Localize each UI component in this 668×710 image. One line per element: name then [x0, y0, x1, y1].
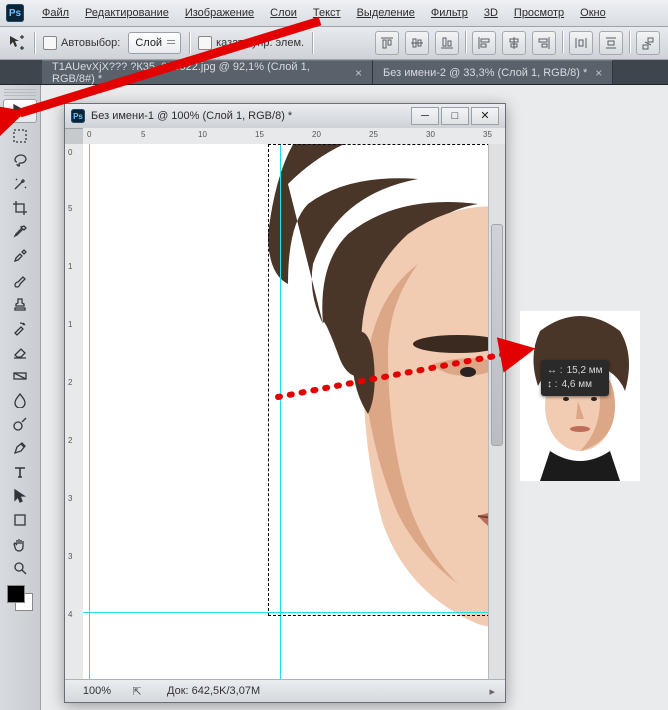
status-bar: 100% ⇱ Док: 642,5K/3,07M ▸	[65, 679, 505, 702]
auto-select-label: Автовыбор:	[61, 37, 120, 49]
checkbox-icon	[43, 36, 57, 50]
tools-panel	[0, 85, 41, 710]
distribute-h-button[interactable]	[569, 31, 593, 55]
healing-brush-tool[interactable]	[4, 245, 36, 267]
align-vcenter-button[interactable]	[405, 31, 429, 55]
dy-value: 4,6 мм	[562, 378, 592, 392]
type-tool[interactable]	[4, 461, 36, 483]
menu-3d[interactable]: 3D	[476, 4, 506, 22]
color-swatches[interactable]	[7, 585, 33, 611]
dx-value: 15,2 мм	[567, 364, 603, 378]
window-title: Без имени-1 @ 100% (Слой 1, RGB/8) *	[91, 110, 411, 122]
auto-select-checkbox[interactable]: Автовыбор:	[43, 36, 120, 50]
options-bar: Автовыбор: Слой казать упр. элем.	[0, 27, 668, 60]
document-window[interactable]: Ps Без имени-1 @ 100% (Слой 1, RGB/8) * …	[64, 103, 506, 703]
separator	[312, 32, 313, 54]
marquee-tool[interactable]	[4, 125, 36, 147]
menu-filter[interactable]: Фильтр	[423, 4, 476, 22]
separator	[629, 31, 630, 53]
share-icon[interactable]: ⇱	[129, 685, 145, 698]
document-size-readout[interactable]: Док: 642,5K/3,07M	[167, 685, 260, 697]
brush-tool[interactable]	[4, 269, 36, 291]
ruler-vertical[interactable]: 0 5 1 1 2 2 3 3 4	[65, 144, 84, 680]
menu-file[interactable]: Файл	[34, 4, 77, 22]
ruler-horizontal[interactable]: 0 5 10 15 20 25 30 35	[83, 128, 505, 145]
window-icon: Ps	[71, 109, 85, 123]
foreground-color-swatch[interactable]	[7, 585, 25, 603]
crop-tool[interactable]	[4, 197, 36, 219]
document-tabs: T1AUevXjX??? ?К35_055522.jpg @ 92,1% (Сл…	[0, 60, 668, 85]
align-left-button[interactable]	[472, 31, 496, 55]
document-tab-2[interactable]: Без имени-2 @ 33,3% (Слой 1, RGB/8) * ×	[373, 60, 613, 84]
history-brush-tool[interactable]	[4, 317, 36, 339]
guide-vertical[interactable]	[89, 144, 90, 680]
gradient-tool[interactable]	[4, 365, 36, 387]
move-tool-icon	[8, 34, 26, 52]
align-bottom-button[interactable]	[435, 31, 459, 55]
separator	[562, 31, 563, 53]
show-controls-label: казать упр. элем.	[216, 37, 304, 49]
path-select-tool[interactable]	[4, 485, 36, 507]
align-hcenter-button[interactable]	[502, 31, 526, 55]
canvas[interactable]	[83, 144, 489, 680]
separator	[465, 31, 466, 53]
hand-tool[interactable]	[4, 533, 36, 555]
show-transform-controls-checkbox[interactable]: казать упр. элем.	[198, 36, 304, 50]
app-logo: Ps	[6, 4, 24, 22]
selection-marquee	[268, 144, 489, 616]
layer-group-select[interactable]: Слой	[128, 32, 181, 54]
menu-edit[interactable]: Редактирование	[77, 4, 177, 22]
magic-wand-tool[interactable]	[4, 173, 36, 195]
eyedropper-tool[interactable]	[4, 221, 36, 243]
scrollbar-thumb[interactable]	[491, 224, 503, 446]
menu-layer[interactable]: Слои	[262, 4, 305, 22]
scrollbar-vertical[interactable]	[488, 144, 505, 680]
lasso-tool[interactable]	[4, 149, 36, 171]
align-top-button[interactable]	[375, 31, 399, 55]
canvas-image-2	[520, 311, 640, 481]
blur-tool[interactable]	[4, 389, 36, 411]
separator	[34, 32, 35, 54]
tab-label: Без имени-2 @ 33,3% (Слой 1, RGB/8) *	[383, 67, 587, 79]
window-title-bar[interactable]: Ps Без имени-1 @ 100% (Слой 1, RGB/8) * …	[65, 104, 505, 129]
menu-select[interactable]: Выделение	[349, 4, 423, 22]
menu-view[interactable]: Просмотр	[506, 4, 572, 22]
menu-window[interactable]: Окно	[572, 4, 614, 22]
close-icon[interactable]: ×	[595, 66, 602, 80]
menu-image[interactable]: Изображение	[177, 4, 262, 22]
distribute-v-button[interactable]	[599, 31, 623, 55]
status-menu-button[interactable]: ▸	[489, 685, 495, 698]
zoom-level[interactable]: 100%	[65, 685, 129, 697]
menu-bar: Ps Файл Редактирование Изображение Слои …	[0, 0, 668, 27]
tab-label: T1AUevXjX??? ?К35_055522.jpg @ 92,1% (Сл…	[52, 61, 347, 85]
checkbox-icon	[198, 36, 212, 50]
measurement-tooltip: ↔ : 15,2 мм ↕ : 4,6 мм	[541, 360, 609, 396]
close-icon[interactable]: ×	[355, 66, 362, 80]
move-tool[interactable]	[3, 99, 37, 123]
close-button[interactable]: ✕	[471, 107, 499, 125]
separator	[189, 32, 190, 54]
maximize-button[interactable]: □	[441, 107, 469, 125]
shape-tool[interactable]	[4, 509, 36, 531]
stamp-tool[interactable]	[4, 293, 36, 315]
work-area: Ps Без имени-1 @ 100% (Слой 1, RGB/8) * …	[0, 85, 668, 710]
pen-tool[interactable]	[4, 437, 36, 459]
menu-type[interactable]: Текст	[305, 4, 349, 22]
dx-label: ↔ :	[547, 364, 563, 378]
eraser-tool[interactable]	[4, 341, 36, 363]
align-buttons	[375, 31, 660, 55]
panel-grip[interactable]	[4, 88, 36, 96]
document-tab-1[interactable]: T1AUevXjX??? ?К35_055522.jpg @ 92,1% (Сл…	[42, 60, 373, 84]
dy-label: ↕ :	[547, 378, 558, 392]
arrange-button[interactable]	[636, 31, 660, 55]
zoom-tool[interactable]	[4, 557, 36, 579]
dodge-tool[interactable]	[4, 413, 36, 435]
align-right-button[interactable]	[532, 31, 556, 55]
minimize-button[interactable]: ─	[411, 107, 439, 125]
